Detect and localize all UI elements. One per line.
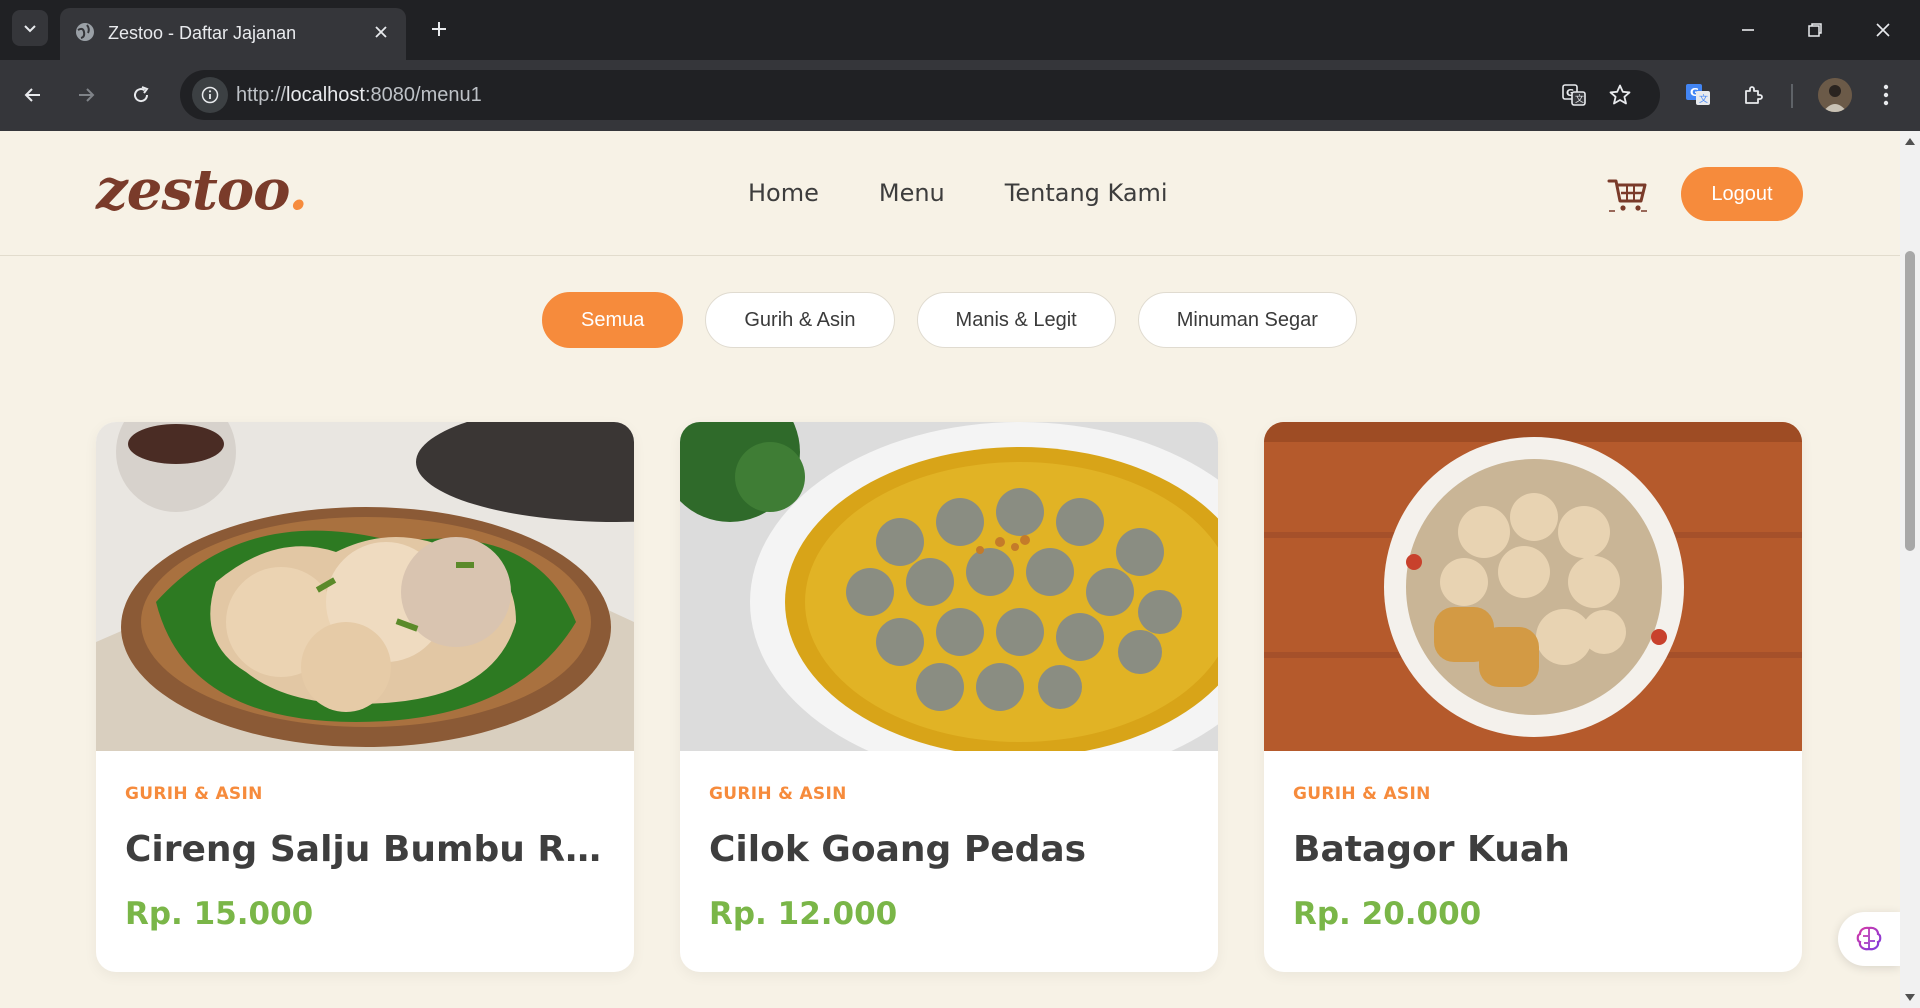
tab-search-chevron-icon[interactable] (12, 10, 48, 46)
back-arrow-icon[interactable] (15, 77, 51, 113)
google-translate-extension-icon[interactable]: G文 (1680, 77, 1716, 113)
address-bar[interactable]: http://localhost:8080/menu1 G文 (180, 70, 1660, 120)
nav-home[interactable]: Home (748, 179, 819, 207)
new-tab-plus-icon[interactable] (424, 14, 454, 44)
url-text: http://localhost:8080/menu1 (236, 84, 482, 107)
filter-gurih-asin[interactable]: Gurih & Asin (705, 292, 895, 348)
main-nav: Home Menu Tentang Kami (748, 179, 1168, 207)
reload-icon[interactable] (123, 77, 159, 113)
filter-minuman-segar[interactable]: Minuman Segar (1137, 292, 1357, 348)
page-scrollbar[interactable] (1900, 131, 1920, 1008)
logo-text: zestoo (96, 157, 290, 223)
card-price: Rp. 20.000 (1293, 896, 1482, 932)
logout-button[interactable]: Logout (1681, 167, 1803, 221)
menu-card-list: GURIH & ASIN Cireng Salju Bumbu Rujak Rp… (96, 422, 1802, 972)
card-title: Cilok Goang Pedas (709, 829, 1087, 870)
svg-text:文: 文 (1699, 93, 1708, 105)
card-category: GURIH & ASIN (125, 784, 263, 804)
cireng-photo (96, 422, 634, 751)
page-viewport: zestoo. Home Menu Tentang Kami Logout Se… (0, 131, 1900, 1008)
menu-card[interactable]: GURIH & ASIN Cireng Salju Bumbu Rujak Rp… (96, 422, 634, 972)
ai-assistant-brain-icon[interactable] (1838, 912, 1900, 966)
card-title: Cireng Salju Bumbu Rujak (125, 829, 605, 870)
cilok-photo (680, 422, 1218, 751)
nav-tentang-kami[interactable]: Tentang Kami (1005, 179, 1168, 207)
browser-tab-bar: Zestoo - Daftar Jajanan (0, 0, 1920, 60)
close-window-icon[interactable] (1865, 12, 1901, 48)
category-filters: Semua Gurih & Asin Manis & Legit Minuman… (542, 292, 1357, 348)
filter-semua[interactable]: Semua (542, 292, 684, 348)
profile-avatar[interactable] (1818, 78, 1852, 112)
browser-toolbar: http://localhost:8080/menu1 G文 G文 (0, 60, 1920, 131)
url-path: :8080/menu1 (364, 84, 482, 106)
scroll-down-arrow-icon[interactable] (1904, 992, 1916, 1004)
url-host: localhost (286, 84, 365, 106)
translate-icon[interactable]: G文 (1558, 79, 1590, 111)
restore-icon[interactable] (1797, 12, 1833, 48)
card-price: Rp. 15.000 (125, 896, 314, 932)
svg-text:文: 文 (1575, 93, 1584, 105)
active-tab[interactable]: Zestoo - Daftar Jajanan (60, 8, 406, 60)
menu-card[interactable]: GURIH & ASIN Cilok Goang Pedas Rp. 12.00… (680, 422, 1218, 972)
minimize-icon[interactable] (1730, 12, 1766, 48)
globe-icon (74, 21, 96, 43)
extensions-puzzle-icon[interactable] (1735, 77, 1771, 113)
site-info-icon[interactable] (192, 77, 228, 113)
scroll-up-arrow-icon[interactable] (1904, 135, 1916, 147)
scrollbar-thumb[interactable] (1905, 251, 1915, 551)
url-scheme: http:// (236, 84, 287, 106)
card-title: Batagor Kuah (1293, 829, 1570, 870)
toolbar-separator (1791, 84, 1793, 108)
card-category: GURIH & ASIN (1293, 784, 1431, 804)
menu-card[interactable]: GURIH & ASIN Batagor Kuah Rp. 20.000 (1264, 422, 1802, 972)
cart-icon[interactable] (1605, 171, 1649, 215)
more-menu-icon[interactable] (1868, 77, 1904, 113)
forward-arrow-icon[interactable] (68, 77, 104, 113)
nav-menu[interactable]: Menu (879, 179, 945, 207)
logo-dot: . (288, 157, 308, 223)
card-price: Rp. 12.000 (709, 896, 898, 932)
site-header: zestoo. Home Menu Tentang Kami Logout (0, 131, 1900, 256)
close-tab-icon[interactable] (368, 19, 394, 45)
batagor-photo (1264, 422, 1802, 751)
tab-title: Zestoo - Daftar Jajanan (108, 23, 297, 43)
bookmark-star-icon[interactable] (1604, 79, 1636, 111)
filter-manis-legit[interactable]: Manis & Legit (916, 292, 1116, 348)
card-category: GURIH & ASIN (709, 784, 847, 804)
zestoo-logo[interactable]: zestoo. (96, 157, 308, 223)
